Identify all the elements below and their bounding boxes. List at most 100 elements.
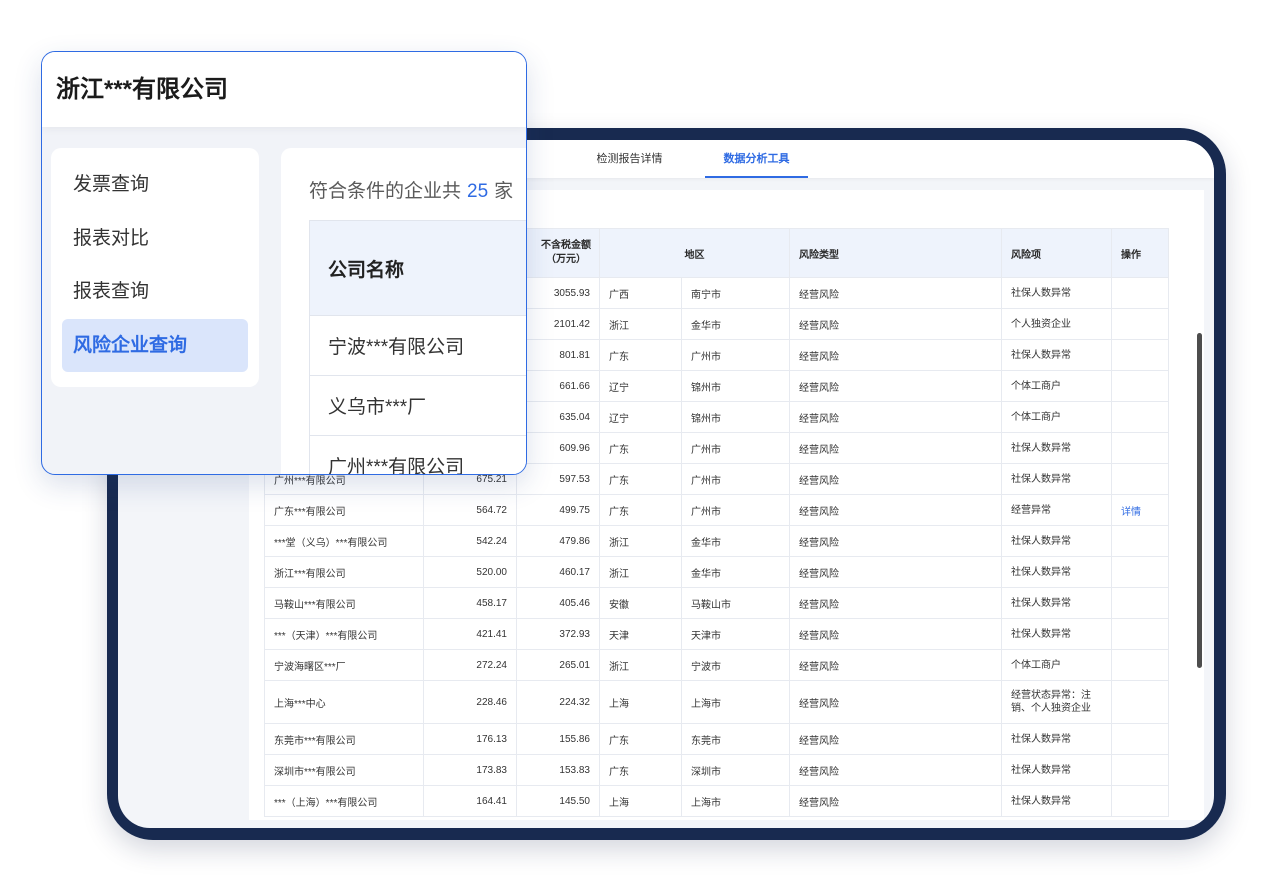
column-header-label: 不含税金额 — [541, 240, 591, 251]
menu-item-report-compare[interactable]: 报表对比 — [62, 212, 248, 266]
tab-data-analysis-tools[interactable]: 数据分析工具 — [705, 140, 808, 178]
risk-item-cell: 社保人数异常 — [1001, 556, 1112, 588]
city-cell: 锦州市 — [681, 401, 790, 433]
summary-suffix: 家 — [494, 181, 514, 202]
city-cell: 广州市 — [681, 463, 790, 495]
tax-excluded-amount-cell: 635.04 — [516, 401, 600, 433]
table-row: 上海***中心 228.46 224.32 上海 上海市 经营风险 经营状态异常：注销、个人… — [264, 680, 1169, 724]
table-row: 浙江***有限公司 520.00 460.17 浙江 金华市 经营风险 社保人数异常 — [264, 556, 1169, 588]
column-header-tax-excluded-amount: 不含税金额 （万元） — [516, 228, 600, 278]
action-cell — [1111, 618, 1169, 650]
table-row: ***（上海）***有限公司 164.41 145.50 上海 上海市 经营风险 社保人数异… — [264, 785, 1169, 817]
column-header-region: 地区 — [599, 228, 790, 278]
city-cell: 马鞍山市 — [681, 587, 790, 619]
risk-item-cell: 社保人数异常 — [1001, 339, 1112, 371]
province-cell: 浙江 — [599, 556, 682, 588]
tax-included-amount-cell: 173.83 — [423, 754, 517, 786]
risk-item-cell: 社保人数异常 — [1001, 525, 1112, 557]
tax-excluded-amount-cell: 801.81 — [516, 339, 600, 371]
side-menu: 发票查询 报表对比 报表查询 风险企业查询 — [51, 148, 259, 387]
city-cell: 金华市 — [681, 525, 790, 557]
table-row: ***（天津）***有限公司 421.41 372.93 天津 天津市 经营风险 社保人数异… — [264, 618, 1169, 650]
tax-excluded-amount-cell: 372.93 — [516, 618, 600, 650]
company-name-cell: 深圳市***有限公司 — [264, 754, 424, 786]
table-row: 东莞市***有限公司 176.13 155.86 广东 东莞市 经营风险 社保人数异常 — [264, 723, 1169, 755]
tax-excluded-amount-cell: 460.17 — [516, 556, 600, 588]
table-row: 马鞍山***有限公司 458.17 405.46 安徽 马鞍山市 经营风险 社保人数异常 — [264, 587, 1169, 619]
tax-excluded-amount-cell: 145.50 — [516, 785, 600, 817]
tax-excluded-amount-cell: 224.32 — [516, 680, 600, 724]
tax-included-amount-cell: 228.46 — [423, 680, 517, 724]
risk-type-cell: 经营风险 — [789, 618, 1002, 650]
tab-inspection-report-detail[interactable]: 检测报告详情 — [578, 140, 681, 178]
vertical-scrollbar[interactable] — [1197, 333, 1202, 668]
risk-item-cell: 社保人数异常 — [1001, 277, 1112, 309]
province-cell: 浙江 — [599, 649, 682, 681]
tax-included-amount-cell: 272.24 — [423, 649, 517, 681]
tax-excluded-amount-cell: 405.46 — [516, 587, 600, 619]
risk-type-cell: 经营风险 — [789, 556, 1002, 588]
city-cell: 广州市 — [681, 432, 790, 464]
risk-type-cell: 经营风险 — [789, 339, 1002, 371]
city-cell: 天津市 — [681, 618, 790, 650]
city-cell: 东莞市 — [681, 723, 790, 755]
results-header-row: 公司名称 — [309, 220, 526, 316]
risk-item-cell: 经营状态异常：注销、个人独资企业 — [1001, 680, 1112, 724]
province-cell: 辽宁 — [599, 370, 682, 402]
menu-item-invoice-query[interactable]: 发票查询 — [62, 158, 248, 212]
company-name-cell: 宁波***有限公司 — [309, 315, 526, 376]
risk-item-cell: 社保人数异常 — [1001, 463, 1112, 495]
province-cell: 广东 — [599, 494, 682, 526]
company-name-cell: 上海***中心 — [264, 680, 424, 724]
risk-item-cell: 社保人数异常 — [1001, 618, 1112, 650]
action-cell: 详情 — [1111, 494, 1169, 526]
detail-link[interactable]: 详情 — [1121, 507, 1141, 518]
action-cell — [1111, 754, 1169, 786]
company-detail-popup: 浙江***有限公司 发票查询 报表对比 报表查询 风险企业查询 符合条件的企业共… — [41, 51, 527, 475]
action-cell — [1111, 432, 1169, 464]
province-cell: 辽宁 — [599, 401, 682, 433]
risk-type-cell: 经营风险 — [789, 277, 1002, 309]
action-cell — [1111, 649, 1169, 681]
company-name-cell: 东莞市***有限公司 — [264, 723, 424, 755]
results-table-body: 宁波***有限公司 义乌市***厂 广州***有限公司 — [309, 315, 526, 474]
action-cell — [1111, 463, 1169, 495]
province-cell: 广东 — [599, 463, 682, 495]
risk-type-cell: 经营风险 — [789, 370, 1002, 402]
risk-item-cell: 社保人数异常 — [1001, 587, 1112, 619]
results-row: 义乌市***厂 — [309, 375, 526, 436]
action-cell — [1111, 277, 1169, 309]
tax-excluded-amount-cell: 2101.42 — [516, 308, 600, 340]
risk-type-cell: 经营风险 — [789, 525, 1002, 557]
province-cell: 广东 — [599, 723, 682, 755]
risk-type-cell: 经营风险 — [789, 308, 1002, 340]
result-summary: 符合条件的企业共 25 家 — [309, 178, 513, 206]
city-cell: 金华市 — [681, 556, 790, 588]
province-cell: 安徽 — [599, 587, 682, 619]
risk-type-cell: 经营风险 — [789, 649, 1002, 681]
company-name-cell: ***堂（义乌）***有限公司 — [264, 525, 424, 557]
tax-excluded-amount-cell: 265.01 — [516, 649, 600, 681]
company-name-cell: 马鞍山***有限公司 — [264, 587, 424, 619]
risk-item-cell: 社保人数异常 — [1001, 723, 1112, 755]
risk-item-cell: 个体工商户 — [1001, 370, 1112, 402]
action-cell — [1111, 680, 1169, 724]
company-name-cell: ***（上海）***有限公司 — [264, 785, 424, 817]
city-cell: 南宁市 — [681, 277, 790, 309]
menu-item-report-query[interactable]: 报表查询 — [62, 265, 248, 319]
risk-item-cell: 社保人数异常 — [1001, 432, 1112, 464]
province-cell: 广东 — [599, 754, 682, 786]
company-title: 浙江***有限公司 — [56, 76, 229, 103]
tax-included-amount-cell: 542.24 — [423, 525, 517, 557]
tax-excluded-amount-cell: 3055.93 — [516, 277, 600, 309]
tax-excluded-amount-cell: 597.53 — [516, 463, 600, 495]
city-cell: 上海市 — [681, 680, 790, 724]
risk-item-cell: 经营异常 — [1001, 494, 1112, 526]
results-row: 广州***有限公司 — [309, 435, 526, 474]
city-cell: 广州市 — [681, 494, 790, 526]
menu-item-risk-enterprise-query[interactable]: 风险企业查询 — [62, 318, 248, 372]
column-header-company-name: 公司名称 — [309, 220, 526, 316]
tax-excluded-amount-cell: 661.66 — [516, 370, 600, 402]
popup-header: 浙江***有限公司 — [42, 52, 526, 127]
table-row: 宁波海曙区***厂 272.24 265.01 浙江 宁波市 经营风险 个体工商户 — [264, 649, 1169, 681]
